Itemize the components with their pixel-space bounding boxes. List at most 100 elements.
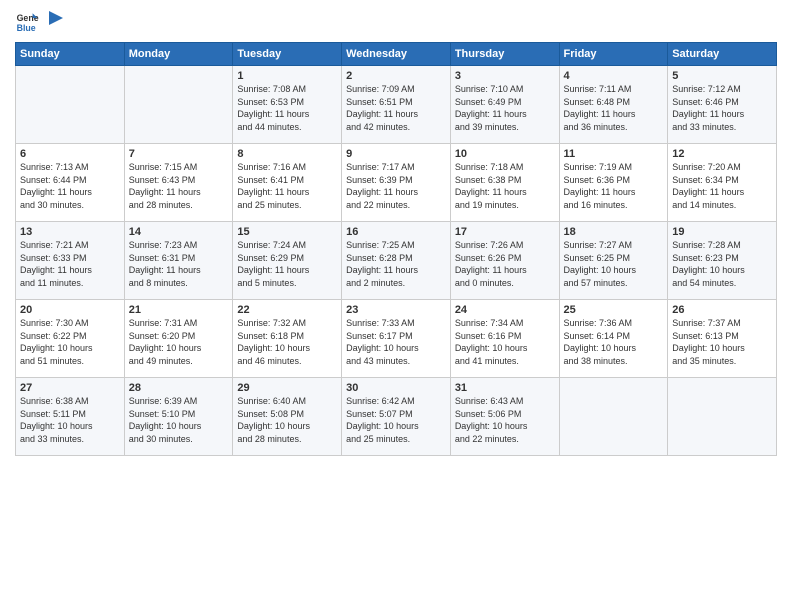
day-number: 24 xyxy=(455,304,555,316)
weekday-header: Tuesday xyxy=(233,43,342,66)
day-number: 14 xyxy=(129,226,229,238)
calendar-cell: 7Sunrise: 7:15 AM Sunset: 6:43 PM Daylig… xyxy=(124,144,233,222)
day-number: 29 xyxy=(237,382,337,394)
day-info: Sunrise: 7:13 AM Sunset: 6:44 PM Dayligh… xyxy=(20,161,120,211)
day-number: 13 xyxy=(20,226,120,238)
day-number: 9 xyxy=(346,148,446,160)
calendar-row: 20Sunrise: 7:30 AM Sunset: 6:22 PM Dayli… xyxy=(16,300,777,378)
logo-icon: General Blue xyxy=(15,10,39,34)
calendar-cell: 18Sunrise: 7:27 AM Sunset: 6:25 PM Dayli… xyxy=(559,222,668,300)
calendar-cell: 15Sunrise: 7:24 AM Sunset: 6:29 PM Dayli… xyxy=(233,222,342,300)
day-info: Sunrise: 7:09 AM Sunset: 6:51 PM Dayligh… xyxy=(346,83,446,133)
weekday-row: SundayMondayTuesdayWednesdayThursdayFrid… xyxy=(16,43,777,66)
day-number: 2 xyxy=(346,70,446,82)
day-number: 28 xyxy=(129,382,229,394)
calendar-table: SundayMondayTuesdayWednesdayThursdayFrid… xyxy=(15,42,777,456)
day-number: 23 xyxy=(346,304,446,316)
day-number: 25 xyxy=(564,304,664,316)
day-info: Sunrise: 6:42 AM Sunset: 5:07 PM Dayligh… xyxy=(346,395,446,445)
day-info: Sunrise: 7:23 AM Sunset: 6:31 PM Dayligh… xyxy=(129,239,229,289)
page-container: General Blue SundayMondayTuesdayWednesda… xyxy=(0,0,792,466)
calendar-cell: 22Sunrise: 7:32 AM Sunset: 6:18 PM Dayli… xyxy=(233,300,342,378)
calendar-cell xyxy=(124,66,233,144)
calendar-cell: 26Sunrise: 7:37 AM Sunset: 6:13 PM Dayli… xyxy=(668,300,777,378)
calendar-cell: 9Sunrise: 7:17 AM Sunset: 6:39 PM Daylig… xyxy=(342,144,451,222)
calendar-cell: 12Sunrise: 7:20 AM Sunset: 6:34 PM Dayli… xyxy=(668,144,777,222)
day-number: 3 xyxy=(455,70,555,82)
calendar-row: 27Sunrise: 6:38 AM Sunset: 5:11 PM Dayli… xyxy=(16,378,777,456)
calendar-cell: 30Sunrise: 6:42 AM Sunset: 5:07 PM Dayli… xyxy=(342,378,451,456)
calendar-cell: 17Sunrise: 7:26 AM Sunset: 6:26 PM Dayli… xyxy=(450,222,559,300)
weekday-header: Saturday xyxy=(668,43,777,66)
calendar-cell: 25Sunrise: 7:36 AM Sunset: 6:14 PM Dayli… xyxy=(559,300,668,378)
weekday-header: Friday xyxy=(559,43,668,66)
day-number: 6 xyxy=(20,148,120,160)
day-info: Sunrise: 7:10 AM Sunset: 6:49 PM Dayligh… xyxy=(455,83,555,133)
day-info: Sunrise: 7:30 AM Sunset: 6:22 PM Dayligh… xyxy=(20,317,120,367)
day-info: Sunrise: 7:25 AM Sunset: 6:28 PM Dayligh… xyxy=(346,239,446,289)
calendar-cell: 27Sunrise: 6:38 AM Sunset: 5:11 PM Dayli… xyxy=(16,378,125,456)
calendar-cell: 16Sunrise: 7:25 AM Sunset: 6:28 PM Dayli… xyxy=(342,222,451,300)
day-number: 20 xyxy=(20,304,120,316)
day-info: Sunrise: 7:36 AM Sunset: 6:14 PM Dayligh… xyxy=(564,317,664,367)
calendar-cell: 13Sunrise: 7:21 AM Sunset: 6:33 PM Dayli… xyxy=(16,222,125,300)
day-number: 22 xyxy=(237,304,337,316)
calendar-cell: 24Sunrise: 7:34 AM Sunset: 6:16 PM Dayli… xyxy=(450,300,559,378)
calendar-cell: 3Sunrise: 7:10 AM Sunset: 6:49 PM Daylig… xyxy=(450,66,559,144)
calendar-cell xyxy=(16,66,125,144)
calendar-cell: 5Sunrise: 7:12 AM Sunset: 6:46 PM Daylig… xyxy=(668,66,777,144)
calendar-row: 6Sunrise: 7:13 AM Sunset: 6:44 PM Daylig… xyxy=(16,144,777,222)
day-info: Sunrise: 7:12 AM Sunset: 6:46 PM Dayligh… xyxy=(672,83,772,133)
calendar-row: 13Sunrise: 7:21 AM Sunset: 6:33 PM Dayli… xyxy=(16,222,777,300)
day-info: Sunrise: 7:11 AM Sunset: 6:48 PM Dayligh… xyxy=(564,83,664,133)
day-number: 4 xyxy=(564,70,664,82)
calendar-cell: 4Sunrise: 7:11 AM Sunset: 6:48 PM Daylig… xyxy=(559,66,668,144)
calendar-cell xyxy=(559,378,668,456)
calendar-cell: 28Sunrise: 6:39 AM Sunset: 5:10 PM Dayli… xyxy=(124,378,233,456)
calendar-cell: 31Sunrise: 6:43 AM Sunset: 5:06 PM Dayli… xyxy=(450,378,559,456)
calendar-cell: 1Sunrise: 7:08 AM Sunset: 6:53 PM Daylig… xyxy=(233,66,342,144)
weekday-header: Monday xyxy=(124,43,233,66)
calendar-cell: 6Sunrise: 7:13 AM Sunset: 6:44 PM Daylig… xyxy=(16,144,125,222)
day-info: Sunrise: 6:43 AM Sunset: 5:06 PM Dayligh… xyxy=(455,395,555,445)
day-number: 10 xyxy=(455,148,555,160)
header: General Blue xyxy=(15,10,777,34)
day-number: 19 xyxy=(672,226,772,238)
calendar-cell: 10Sunrise: 7:18 AM Sunset: 6:38 PM Dayli… xyxy=(450,144,559,222)
day-number: 18 xyxy=(564,226,664,238)
day-info: Sunrise: 7:20 AM Sunset: 6:34 PM Dayligh… xyxy=(672,161,772,211)
calendar-cell xyxy=(668,378,777,456)
logo: General Blue xyxy=(15,10,65,34)
day-number: 16 xyxy=(346,226,446,238)
day-info: Sunrise: 7:26 AM Sunset: 6:26 PM Dayligh… xyxy=(455,239,555,289)
calendar-cell: 19Sunrise: 7:28 AM Sunset: 6:23 PM Dayli… xyxy=(668,222,777,300)
day-info: Sunrise: 7:19 AM Sunset: 6:36 PM Dayligh… xyxy=(564,161,664,211)
calendar-cell: 8Sunrise: 7:16 AM Sunset: 6:41 PM Daylig… xyxy=(233,144,342,222)
calendar-body: 1Sunrise: 7:08 AM Sunset: 6:53 PM Daylig… xyxy=(16,66,777,456)
day-info: Sunrise: 7:08 AM Sunset: 6:53 PM Dayligh… xyxy=(237,83,337,133)
day-info: Sunrise: 7:18 AM Sunset: 6:38 PM Dayligh… xyxy=(455,161,555,211)
day-info: Sunrise: 6:39 AM Sunset: 5:10 PM Dayligh… xyxy=(129,395,229,445)
svg-text:General: General xyxy=(17,13,39,23)
day-info: Sunrise: 7:31 AM Sunset: 6:20 PM Dayligh… xyxy=(129,317,229,367)
day-info: Sunrise: 7:17 AM Sunset: 6:39 PM Dayligh… xyxy=(346,161,446,211)
day-number: 1 xyxy=(237,70,337,82)
day-info: Sunrise: 6:38 AM Sunset: 5:11 PM Dayligh… xyxy=(20,395,120,445)
day-info: Sunrise: 7:37 AM Sunset: 6:13 PM Dayligh… xyxy=(672,317,772,367)
svg-text:Blue: Blue xyxy=(17,23,36,33)
calendar-cell: 29Sunrise: 6:40 AM Sunset: 5:08 PM Dayli… xyxy=(233,378,342,456)
day-info: Sunrise: 7:27 AM Sunset: 6:25 PM Dayligh… xyxy=(564,239,664,289)
day-info: Sunrise: 7:16 AM Sunset: 6:41 PM Dayligh… xyxy=(237,161,337,211)
calendar-cell: 11Sunrise: 7:19 AM Sunset: 6:36 PM Dayli… xyxy=(559,144,668,222)
day-number: 8 xyxy=(237,148,337,160)
day-number: 5 xyxy=(672,70,772,82)
calendar-cell: 21Sunrise: 7:31 AM Sunset: 6:20 PM Dayli… xyxy=(124,300,233,378)
day-number: 11 xyxy=(564,148,664,160)
day-number: 17 xyxy=(455,226,555,238)
day-info: Sunrise: 7:28 AM Sunset: 6:23 PM Dayligh… xyxy=(672,239,772,289)
calendar-cell: 14Sunrise: 7:23 AM Sunset: 6:31 PM Dayli… xyxy=(124,222,233,300)
day-info: Sunrise: 7:24 AM Sunset: 6:29 PM Dayligh… xyxy=(237,239,337,289)
calendar-cell: 23Sunrise: 7:33 AM Sunset: 6:17 PM Dayli… xyxy=(342,300,451,378)
day-info: Sunrise: 7:34 AM Sunset: 6:16 PM Dayligh… xyxy=(455,317,555,367)
logo-flag-icon xyxy=(47,9,65,27)
